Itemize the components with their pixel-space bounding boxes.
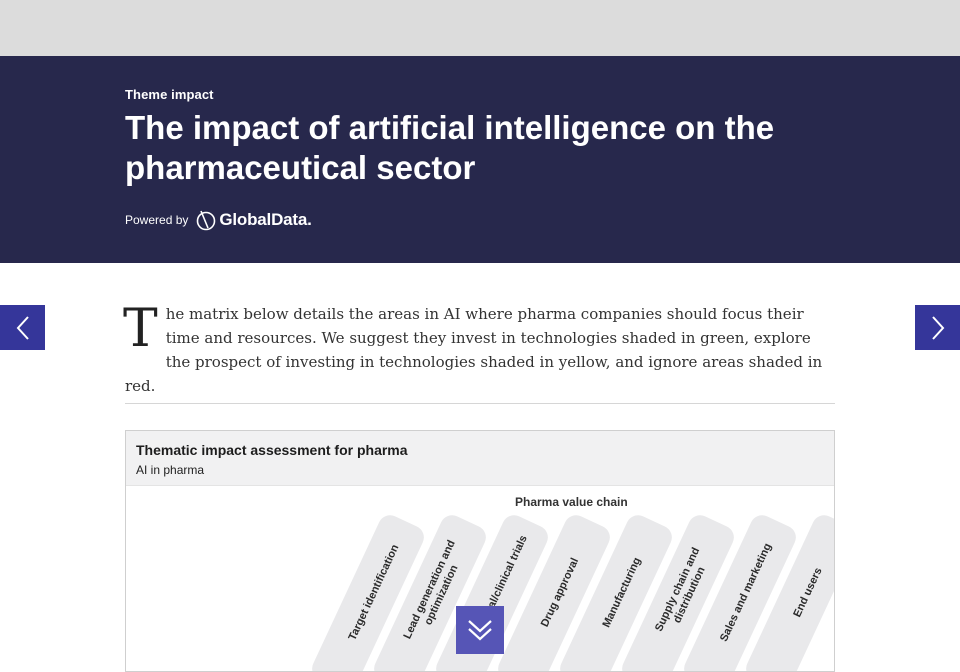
previous-page-button[interactable] bbox=[0, 305, 45, 350]
hero-banner: Theme impact The impact of artificial in… bbox=[0, 56, 960, 263]
page-title: The impact of artificial intelligence on… bbox=[125, 109, 775, 186]
drop-cap: T bbox=[123, 299, 158, 359]
intro-paragraph: The matrix below details the areas in AI… bbox=[123, 299, 835, 398]
divider bbox=[125, 403, 835, 404]
globaldata-logo[interactable]: GlobalData. bbox=[195, 208, 312, 232]
chevron-left-icon bbox=[16, 315, 29, 340]
globaldata-logo-icon bbox=[197, 210, 216, 231]
section-eyebrow: Theme impact bbox=[125, 87, 214, 102]
next-page-button[interactable] bbox=[915, 305, 960, 350]
globaldata-brand-name: GlobalData. bbox=[219, 210, 312, 229]
chevron-right-icon bbox=[931, 315, 944, 340]
powered-by-label: Powered by bbox=[125, 213, 189, 227]
powered-by: Powered by GlobalData. bbox=[125, 208, 312, 232]
double-chevron-down-icon bbox=[468, 620, 492, 641]
scroll-down-button[interactable] bbox=[456, 606, 504, 654]
intro-text: he matrix below details the areas in AI … bbox=[125, 305, 823, 395]
top-bar bbox=[0, 0, 960, 56]
